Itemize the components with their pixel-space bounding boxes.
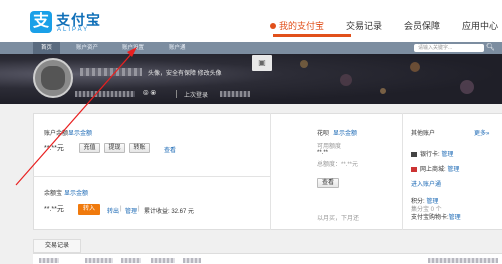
blurred-row-cell xyxy=(428,258,498,263)
alipay-card-label: 支付宝购物卡: xyxy=(411,215,449,221)
nav-transaction-records[interactable]: 交易记录 xyxy=(346,19,382,32)
nav-my-alipay[interactable]: 我的支付宝 xyxy=(270,19,324,32)
shop-row: 网上商城: 管理 xyxy=(411,164,459,173)
huabei-label: 花呗 xyxy=(317,131,330,137)
avatar[interactable] xyxy=(33,58,73,98)
balance-show-amount-link[interactable]: 显示金额 xyxy=(68,128,92,137)
column-divider xyxy=(270,113,271,230)
recharge-button[interactable]: 充值 xyxy=(79,143,100,153)
tab-account-settings[interactable]: 账户设置 xyxy=(122,42,144,54)
separator: | xyxy=(120,206,122,212)
column-divider xyxy=(402,113,403,230)
bank-card-row: 银行卡: 管理 xyxy=(411,149,453,158)
bokeh-light xyxy=(410,62,420,72)
tab-account-tong[interactable]: 账户通 xyxy=(169,42,186,54)
bokeh-light xyxy=(300,60,308,68)
separator: | xyxy=(138,206,140,212)
bokeh-light xyxy=(380,88,386,94)
other-accounts-label: 其他账户 xyxy=(411,131,436,137)
top-bar: 支 支付宝 ALIPAY 我的支付宝 交易记录 会员保障 应用中心 xyxy=(0,0,502,42)
alipay-logo-mark: 支 xyxy=(30,11,52,33)
active-nav-underline xyxy=(273,34,351,37)
banner-divider xyxy=(176,90,177,98)
logo-en-text: ALIPAY xyxy=(57,27,90,33)
enter-account-tong-link[interactable]: 进入账户通 xyxy=(411,179,441,188)
avatar-blur xyxy=(41,66,65,90)
search-icon[interactable]: 🔍︎ xyxy=(486,44,495,52)
security-icons[interactable]: ⦾ ⦿ xyxy=(143,90,156,98)
alipay-card-row: 支付宝购物卡:管理 xyxy=(411,212,461,221)
total-credit: 总额度：**.**元 xyxy=(317,162,359,168)
transactions-list xyxy=(33,253,502,264)
alipay-logo[interactable]: 支 支付宝 ALIPAY xyxy=(30,9,100,35)
sub-nav: 首页 账户资产 账户设置 账户通 请输入关键字... 🔍︎ xyxy=(0,42,502,54)
blurred-username xyxy=(80,68,142,76)
yuebao-show-amount-link[interactable]: 显示金额 xyxy=(64,188,88,197)
withdraw-button[interactable]: 提现 xyxy=(104,143,125,153)
yuebao-label: 余额宝 xyxy=(44,191,63,197)
balance-amount: **.**元 xyxy=(44,145,64,152)
transfer-in-button[interactable]: 转入 xyxy=(78,204,100,215)
blurred-row-cell xyxy=(85,258,113,263)
bokeh-light xyxy=(340,74,352,86)
shop-icon xyxy=(411,166,417,172)
transfer-button[interactable]: 转账 xyxy=(129,143,150,153)
profile-banner: 头像，安全有保障 修改头像 ▣ ⦾ ⦿ 上次登录 xyxy=(0,54,502,104)
blurred-account-info xyxy=(75,91,135,97)
transactions-tab[interactable]: 交易记录 xyxy=(33,239,81,253)
top-nav: 我的支付宝 交易记录 会员保障 应用中心 xyxy=(270,18,502,32)
shop-label: 网上商城: xyxy=(420,167,446,173)
huabei-view-button[interactable]: 查看 xyxy=(317,178,339,188)
available-credit-label: 可用额度 xyxy=(317,144,342,150)
shop-manage-link[interactable]: 管理 xyxy=(447,167,459,173)
blurred-row-cell xyxy=(151,258,175,263)
nav-member-protection[interactable]: 会员保障 xyxy=(404,19,440,32)
balance-label: 账户余额 xyxy=(44,131,69,137)
last-login-label: 上次登录 xyxy=(184,93,209,99)
row-divider xyxy=(33,176,270,177)
search-input[interactable]: 请输入关键字... xyxy=(414,44,484,52)
blurred-row-cell xyxy=(121,258,141,263)
more-accounts-link[interactable]: 更多» xyxy=(474,128,489,137)
tab-home[interactable]: 首页 xyxy=(33,42,61,54)
yuebao-income: 累计收益: 32.67 元 xyxy=(144,209,195,215)
huabei-show-amount-link[interactable]: 显示金额 xyxy=(333,128,357,137)
bokeh-light xyxy=(460,80,474,94)
bank-card-manage-link[interactable]: 管理 xyxy=(441,152,453,158)
balance-query-link[interactable]: 查看 xyxy=(164,145,176,154)
yuebao-manage-link[interactable]: 管理 xyxy=(125,206,137,215)
bank-card-icon xyxy=(411,151,417,157)
bank-card-label: 银行卡: xyxy=(420,152,440,158)
blurred-row-cell xyxy=(183,258,201,263)
huabei-footer: 以月买，下月还 xyxy=(317,216,360,222)
transfer-out-link[interactable]: 转出 xyxy=(107,206,119,215)
available-credit-value: **.** xyxy=(317,150,329,156)
alipay-card-manage-link[interactable]: 管理 xyxy=(449,215,461,221)
yuebao-amount: **.**元 xyxy=(44,206,64,213)
tab-account-assets[interactable]: 账户资产 xyxy=(76,42,98,54)
avatar-tip[interactable]: 头像，安全有保障 修改头像 xyxy=(148,68,222,77)
blurred-row-cell xyxy=(39,258,59,263)
nav-app-center[interactable]: 应用中心 xyxy=(462,19,498,32)
lock-icon[interactable]: ▣ xyxy=(252,55,272,71)
blurred-login-time xyxy=(220,91,250,97)
